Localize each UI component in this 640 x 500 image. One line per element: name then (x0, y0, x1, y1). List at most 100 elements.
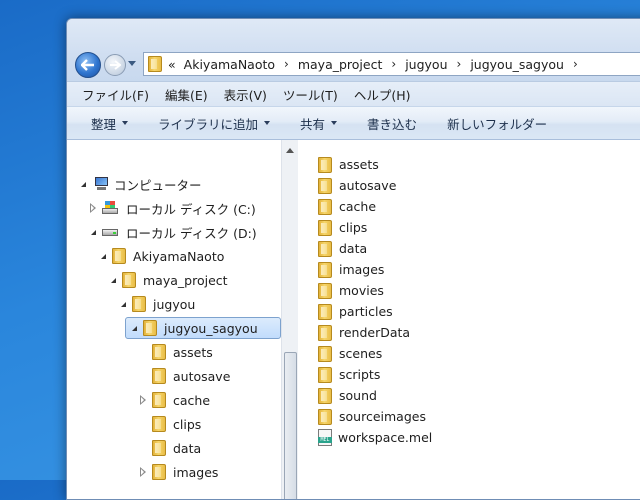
folder-item[interactable]: cache (318, 196, 376, 217)
recent-pages-dropdown[interactable] (128, 61, 136, 66)
tree-item[interactable]: AkiyamaNaoto (101, 245, 224, 267)
tree-item[interactable]: cache (140, 389, 211, 411)
tree-item[interactable]: ローカル ディスク (D:) (91, 221, 257, 243)
expand-closed-icon[interactable] (140, 467, 146, 477)
tree-item-label: ローカル ディスク (D:) (126, 225, 257, 241)
folder-item[interactable]: sourceimages (318, 406, 426, 427)
menu-tools[interactable]: ツール(T) (283, 85, 338, 104)
drive-icon (102, 227, 120, 237)
folder-item[interactable]: data (318, 238, 367, 259)
arrow-right-icon (110, 60, 121, 70)
tree-item[interactable]: assets (141, 341, 213, 363)
tree-item[interactable]: jugyou (121, 293, 195, 315)
tree-item[interactable]: clips (141, 413, 201, 435)
new-folder-button[interactable]: 新しいフォルダー (447, 114, 547, 133)
folder-item[interactable]: assets (318, 154, 379, 175)
expand-open-icon[interactable] (111, 277, 116, 283)
folder-item[interactable]: movies (318, 280, 384, 301)
tree-item[interactable]: maya_project (111, 269, 228, 291)
file-name: scripts (339, 367, 381, 382)
folder-icon (148, 56, 162, 72)
folder-item[interactable]: scenes (318, 343, 382, 364)
address-bar[interactable]: « AkiyamaNaoto › maya_project › jugyou ›… (143, 52, 640, 76)
tree-item[interactable]: コンピューター (81, 173, 202, 195)
menu-view[interactable]: 表示(V) (224, 85, 267, 104)
folder-item[interactable]: autosave (318, 175, 396, 196)
file-name: renderData (339, 325, 411, 340)
folder-item[interactable]: particles (318, 301, 393, 322)
breadcrumb-separator[interactable]: › (457, 57, 462, 71)
menu-help[interactable]: ヘルプ(H) (354, 85, 411, 104)
arrow-left-icon (81, 59, 94, 71)
command-bar: 整理 ライブラリに追加 共有 書き込む 新しいフォルダー (67, 106, 640, 140)
scrollbar-thumb[interactable] (284, 352, 297, 499)
folder-icon (318, 156, 332, 173)
menu-bar: ファイル(F) 編集(E) 表示(V) ツール(T) ヘルプ(H) (67, 81, 640, 106)
folder-icon (152, 344, 166, 360)
chevron-down-icon (264, 121, 271, 125)
breadcrumb-item[interactable]: AkiyamaNaoto (184, 57, 275, 72)
file-name: assets (339, 157, 379, 172)
tree-item-label: data (173, 440, 202, 456)
folder-item[interactable]: sound (318, 385, 377, 406)
forward-button[interactable] (104, 54, 126, 76)
menu-file[interactable]: ファイル(F) (82, 85, 149, 104)
breadcrumb-item[interactable]: jugyou (405, 57, 447, 72)
breadcrumb-item[interactable]: maya_project (298, 57, 383, 72)
add-to-library-label: ライブラリに追加 (158, 116, 259, 132)
expand-closed-icon[interactable] (90, 203, 96, 213)
title-bar: « AkiyamaNaoto › maya_project › jugyou ›… (67, 19, 640, 106)
organize-label: 整理 (91, 116, 117, 132)
folder-icon (318, 198, 332, 215)
tree-item[interactable]: ローカル ディスク (C:) (90, 197, 256, 219)
folder-icon (318, 240, 332, 257)
organize-button[interactable]: 整理 (91, 114, 129, 133)
folder-icon (152, 392, 166, 408)
breadcrumb-overflow[interactable]: « (168, 57, 176, 72)
share-button[interactable]: 共有 (300, 114, 338, 133)
folder-item[interactable]: renderData (318, 322, 410, 343)
breadcrumb-item[interactable]: jugyou_sagyou (470, 57, 564, 72)
folder-item[interactable]: scripts (318, 364, 380, 385)
expand-open-icon[interactable] (81, 181, 86, 187)
tree-item-label: autosave (173, 368, 231, 384)
file-name: sourceimages (339, 409, 426, 424)
mel-file-icon: MEL (318, 429, 332, 446)
menu-edit[interactable]: 編集(E) (165, 85, 208, 104)
add-to-library-button[interactable]: ライブラリに追加 (158, 114, 271, 133)
back-button[interactable] (75, 52, 101, 78)
explorer-window: « AkiyamaNaoto › maya_project › jugyou ›… (66, 18, 640, 500)
tree-item-label: cache (173, 392, 211, 408)
share-label: 共有 (300, 116, 326, 132)
file-name: images (339, 262, 385, 277)
file-item[interactable]: MEL workspace.mel (318, 427, 432, 448)
folder-icon (112, 248, 126, 264)
folder-item[interactable]: clips (318, 217, 367, 238)
computer-icon (92, 177, 110, 191)
expand-open-icon[interactable] (121, 301, 126, 307)
navigation-scrollbar[interactable] (281, 140, 298, 499)
folder-icon (132, 296, 146, 312)
folder-icon (152, 368, 166, 384)
expand-open-icon[interactable] (91, 229, 96, 235)
breadcrumb-separator[interactable]: › (284, 57, 289, 71)
breadcrumb-separator[interactable]: › (573, 57, 578, 71)
breadcrumb-separator[interactable]: › (391, 57, 396, 71)
file-list: assets autosave cache clips data images movies… (298, 140, 640, 499)
tree-item-selected[interactable]: jugyou_sagyou (125, 317, 281, 339)
tree-item[interactable]: data (141, 437, 201, 459)
tree-item-label: clips (173, 416, 202, 432)
expand-closed-icon[interactable] (140, 395, 146, 405)
expand-open-icon[interactable] (101, 253, 106, 259)
chevron-down-icon (331, 121, 338, 125)
tree-item[interactable]: autosave (141, 365, 230, 387)
tree-item-label: maya_project (143, 272, 228, 288)
file-name: cache (339, 199, 377, 214)
tree-item-label: コンピューター (114, 177, 202, 193)
burn-button[interactable]: 書き込む (367, 114, 417, 133)
file-name: data (339, 241, 368, 256)
folder-icon (122, 272, 136, 288)
folder-item[interactable]: images (318, 259, 384, 280)
scroll-up-icon[interactable] (286, 148, 294, 153)
expand-open-icon[interactable] (132, 325, 137, 331)
